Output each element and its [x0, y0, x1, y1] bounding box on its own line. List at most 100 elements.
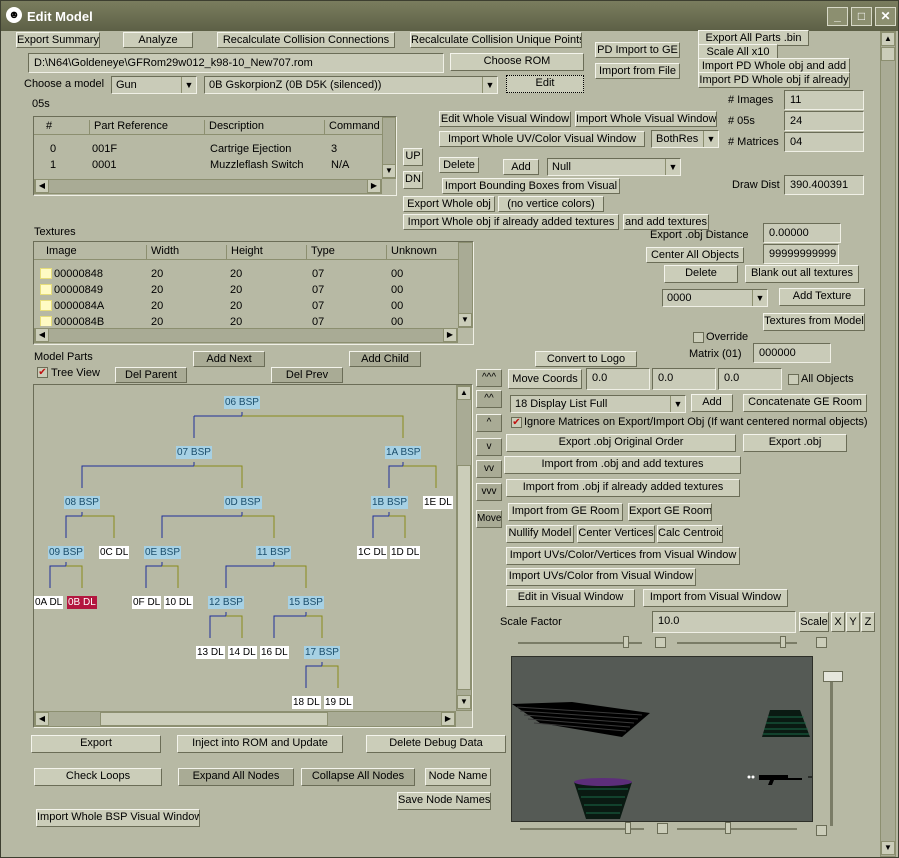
export-obj-button[interactable]: Export .obj — [743, 434, 847, 452]
chevron-up-icon[interactable]: ▲ — [457, 386, 471, 400]
down-button[interactable]: DN — [403, 171, 423, 189]
tree-vscroll-thumb[interactable] — [457, 465, 471, 690]
vertical-slider-handle[interactable] — [823, 671, 843, 682]
analyze-button[interactable]: Analyze — [123, 32, 193, 48]
save-node-names-button[interactable]: Save Node Names — [397, 792, 491, 810]
import-ge-room-button[interactable]: Import from GE Room — [508, 503, 623, 521]
move-y-field[interactable]: 0.0 — [652, 368, 716, 390]
export-button[interactable]: Export — [31, 735, 161, 753]
tree-node[interactable]: 0D BSP — [224, 496, 262, 509]
move-z-field[interactable]: 0.0 — [718, 368, 782, 390]
res-select[interactable]: BothRes ▼ — [651, 130, 719, 148]
no-vertice-colors-button[interactable]: (no vertice colors) — [498, 196, 604, 212]
slider-checkbox[interactable] — [655, 637, 666, 648]
tree-node[interactable]: 0F DL — [132, 596, 162, 609]
edit-visual-window-button[interactable]: Edit in Visual Window — [506, 589, 635, 607]
maximize-icon[interactable]: □ — [851, 7, 872, 26]
export-summary-button[interactable]: Export Summary — [16, 32, 100, 48]
tree-node[interactable]: 10 DL — [164, 596, 193, 609]
textures-from-model-button[interactable]: Textures from Model — [763, 313, 865, 331]
table-row[interactable]: 0000084A 20 20 07 00 — [34, 300, 458, 314]
tree-node[interactable]: 15 BSP — [288, 596, 324, 609]
del-prev-button[interactable]: Del Prev — [271, 367, 343, 383]
scale-z-button[interactable]: Z — [861, 612, 875, 632]
tree-node[interactable]: 1E DL — [423, 496, 453, 509]
move-up-more-button[interactable]: ^^ — [476, 390, 502, 408]
matrices-count-field[interactable]: 04 — [784, 132, 864, 152]
import-bbox-button[interactable]: Import Bounding Boxes from Visual — [442, 178, 620, 194]
center-all-objects-button[interactable]: Center All Objects — [646, 247, 744, 263]
tree-node[interactable]: 1D DL — [390, 546, 421, 559]
tree-node[interactable]: 09 BSP — [48, 546, 84, 559]
slider-checkbox[interactable] — [657, 823, 668, 834]
table-row[interactable]: 0000084B 20 20 07 00 — [34, 316, 458, 326]
import-whole-obj-already-button[interactable]: Import Whole obj if already added textur… — [403, 214, 619, 230]
all-objects-checkbox[interactable] — [788, 374, 799, 385]
move-up-button[interactable]: ^ — [476, 414, 502, 432]
chevron-left-icon[interactable]: ◀ — [35, 712, 49, 726]
chevron-right-icon[interactable]: ▶ — [367, 179, 381, 193]
list-item[interactable]: 0 001F Cartrige Ejection 3 — [34, 143, 382, 157]
nullify-model-button[interactable]: Nullify Model — [506, 525, 574, 543]
tree-node[interactable]: 1B BSP — [371, 496, 409, 509]
add-texture-button[interactable]: Add Texture — [779, 288, 865, 306]
move-x-field[interactable]: 0.0 — [586, 368, 650, 390]
tree-node[interactable]: 16 DL — [260, 646, 289, 659]
chevron-down-icon[interactable]: ▼ — [458, 313, 472, 327]
images-count-field[interactable]: 11 — [784, 90, 864, 110]
tree-node[interactable]: 0A DL — [34, 596, 64, 609]
tree-hscroll-thumb[interactable] — [100, 712, 328, 726]
pd-import-ge-button[interactable]: PD Import to GE — [595, 42, 680, 58]
tree-node[interactable]: 19 DL — [324, 696, 353, 709]
slider-checkbox[interactable] — [816, 825, 827, 836]
center-value-field[interactable]: 99999999999 — [763, 244, 839, 264]
chevron-down-icon[interactable]: ▼ — [881, 841, 895, 855]
scale-button[interactable]: Scale — [799, 612, 829, 632]
tree-node[interactable]: 17 BSP — [304, 646, 340, 659]
tree-node[interactable]: 1C DL — [357, 546, 388, 559]
model-select[interactable]: 0B GskorpionZ (0B D5K (silenced)) ▼ — [204, 76, 498, 94]
model-type-select[interactable]: Gun ▼ — [111, 76, 197, 94]
expand-all-button[interactable]: Expand All Nodes — [178, 768, 294, 786]
minimize-icon[interactable]: _ — [827, 7, 848, 26]
window-vscroll[interactable] — [880, 31, 896, 857]
move-coords-button[interactable]: Move Coords — [508, 369, 582, 389]
import-uv-color-button[interactable]: Import UVs/Color from Visual Window — [506, 568, 696, 586]
slider-checkbox[interactable] — [816, 637, 827, 648]
import-uv-visual-button[interactable]: Import Whole UV/Color Visual Window — [439, 131, 645, 147]
move-bottom-button[interactable]: vvv — [476, 483, 502, 501]
05s-hscroll[interactable] — [34, 179, 382, 194]
import-whole-visual-button[interactable]: Import Whole Visual Window — [575, 111, 717, 127]
window-vscroll-thumb[interactable] — [881, 47, 895, 61]
move-down-button[interactable]: v — [476, 438, 502, 456]
import-obj-add-button[interactable]: Import from .obj and add textures — [504, 456, 741, 474]
move-top-button[interactable]: ^^^ — [476, 369, 502, 387]
slider-handle[interactable] — [625, 822, 631, 834]
move-down-more-button[interactable]: vv — [476, 460, 502, 478]
chevron-down-icon[interactable]: ▼ — [457, 695, 471, 709]
rom-path-field[interactable]: D:\N64\Goldeneye\GFRom29w012_k98-10_New7… — [28, 53, 444, 73]
add-next-button[interactable]: Add Next — [193, 351, 265, 367]
texture-select[interactable]: 0000 ▼ — [662, 289, 768, 307]
override-checkbox[interactable] — [693, 332, 704, 343]
move-button[interactable]: Move — [476, 510, 502, 528]
chevron-down-icon[interactable]: ▼ — [382, 164, 396, 178]
collapse-all-button[interactable]: Collapse All Nodes — [301, 768, 415, 786]
chevron-right-icon[interactable]: ▶ — [443, 328, 457, 342]
chevron-up-icon[interactable]: ▲ — [881, 32, 895, 46]
concatenate-ge-room-button[interactable]: Concatenate GE Room — [743, 394, 867, 412]
tree-node[interactable]: 13 DL — [196, 646, 225, 659]
scale-y-button[interactable]: Y — [846, 612, 860, 632]
tree-node[interactable]: 08 BSP — [64, 496, 100, 509]
slider-handle[interactable] — [780, 636, 786, 648]
scale-x-button[interactable]: X — [831, 612, 845, 632]
check-loops-button[interactable]: Check Loops — [34, 768, 162, 786]
delete-05-button[interactable]: Delete — [439, 157, 479, 173]
scale-factor-field[interactable]: 10.0 — [652, 611, 796, 633]
convert-to-logo-button[interactable]: Convert to Logo — [535, 351, 637, 367]
tree-node[interactable]: 0C DL — [99, 546, 130, 559]
textures-hscroll[interactable] — [34, 328, 458, 343]
tree-node[interactable]: 1A BSP — [385, 446, 422, 459]
slider-handle[interactable] — [725, 822, 731, 834]
blank-textures-button[interactable]: Blank out all textures — [745, 265, 859, 283]
